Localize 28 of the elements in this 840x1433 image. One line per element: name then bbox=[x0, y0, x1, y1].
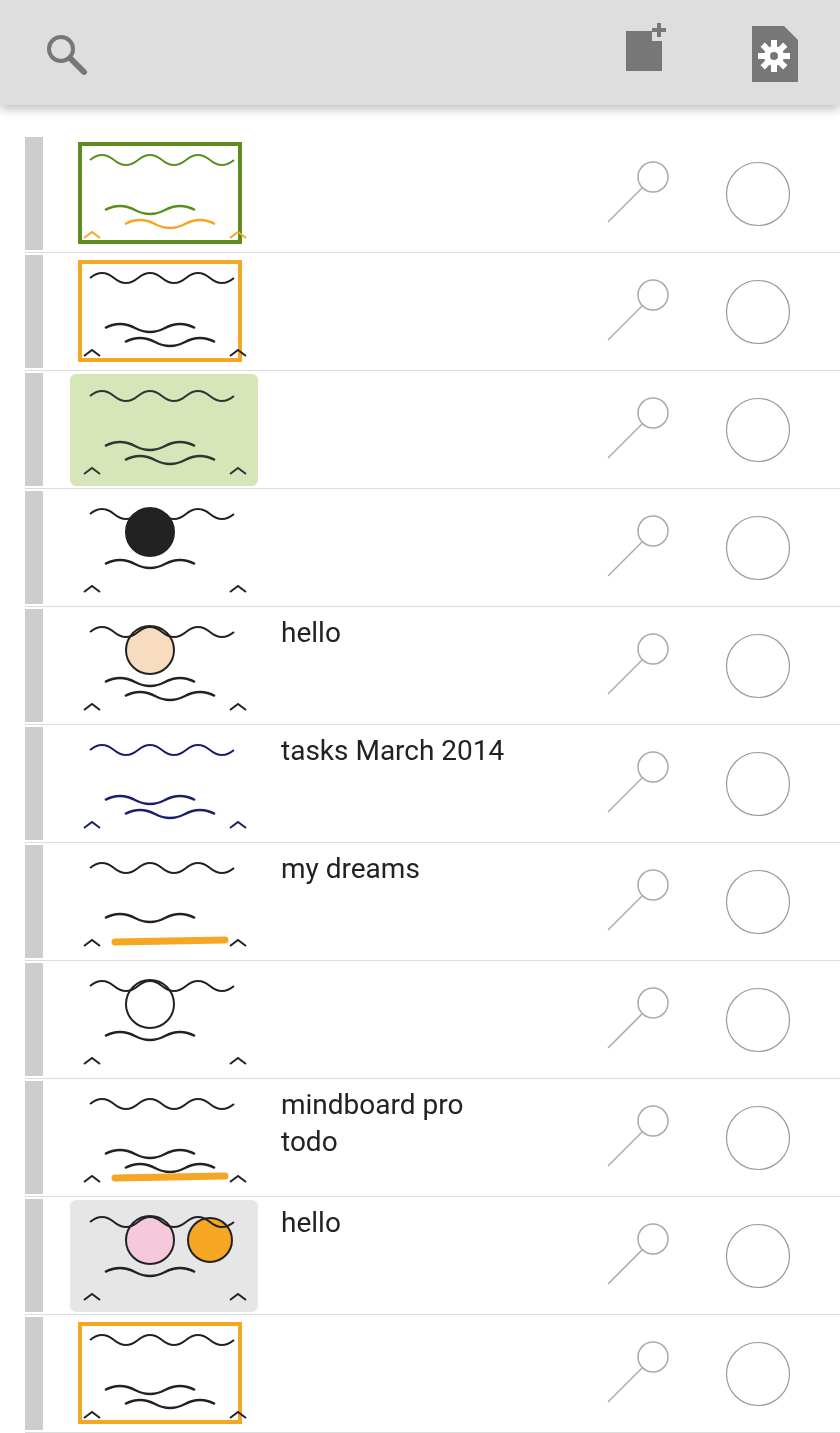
magnifier-icon[interactable] bbox=[607, 1104, 671, 1168]
magnifier-icon[interactable] bbox=[607, 1340, 671, 1404]
magnifier-icon[interactable] bbox=[607, 396, 671, 460]
magnifier-icon[interactable] bbox=[607, 632, 671, 696]
checkbox[interactable] bbox=[725, 750, 791, 817]
checkbox[interactable] bbox=[725, 632, 791, 699]
checkbox[interactable] bbox=[725, 278, 791, 345]
note-title: hello bbox=[281, 615, 341, 651]
note-title: mindboard pro todo bbox=[281, 1087, 464, 1160]
checkbox[interactable] bbox=[725, 396, 791, 463]
checkbox[interactable] bbox=[725, 1104, 791, 1171]
checkbox[interactable] bbox=[725, 1222, 791, 1289]
note-title: hello bbox=[281, 1205, 341, 1241]
magnifier-icon[interactable] bbox=[607, 160, 671, 224]
magnifier-icon[interactable] bbox=[607, 868, 671, 932]
magnifier-icon[interactable] bbox=[607, 986, 671, 1050]
checkbox[interactable] bbox=[725, 160, 791, 227]
magnifier-icon[interactable] bbox=[607, 750, 671, 814]
magnifier-icon[interactable] bbox=[607, 514, 671, 578]
settings-icon[interactable] bbox=[752, 25, 798, 82]
note-title: my dreams bbox=[281, 851, 420, 887]
checkbox[interactable] bbox=[725, 1340, 791, 1407]
checkbox[interactable] bbox=[725, 514, 791, 581]
note-title: tasks March 2014 bbox=[281, 733, 505, 769]
checkbox[interactable] bbox=[725, 868, 791, 935]
magnifier-icon[interactable] bbox=[607, 1222, 671, 1286]
magnifier-icon[interactable] bbox=[607, 278, 671, 342]
checkbox[interactable] bbox=[725, 986, 791, 1053]
